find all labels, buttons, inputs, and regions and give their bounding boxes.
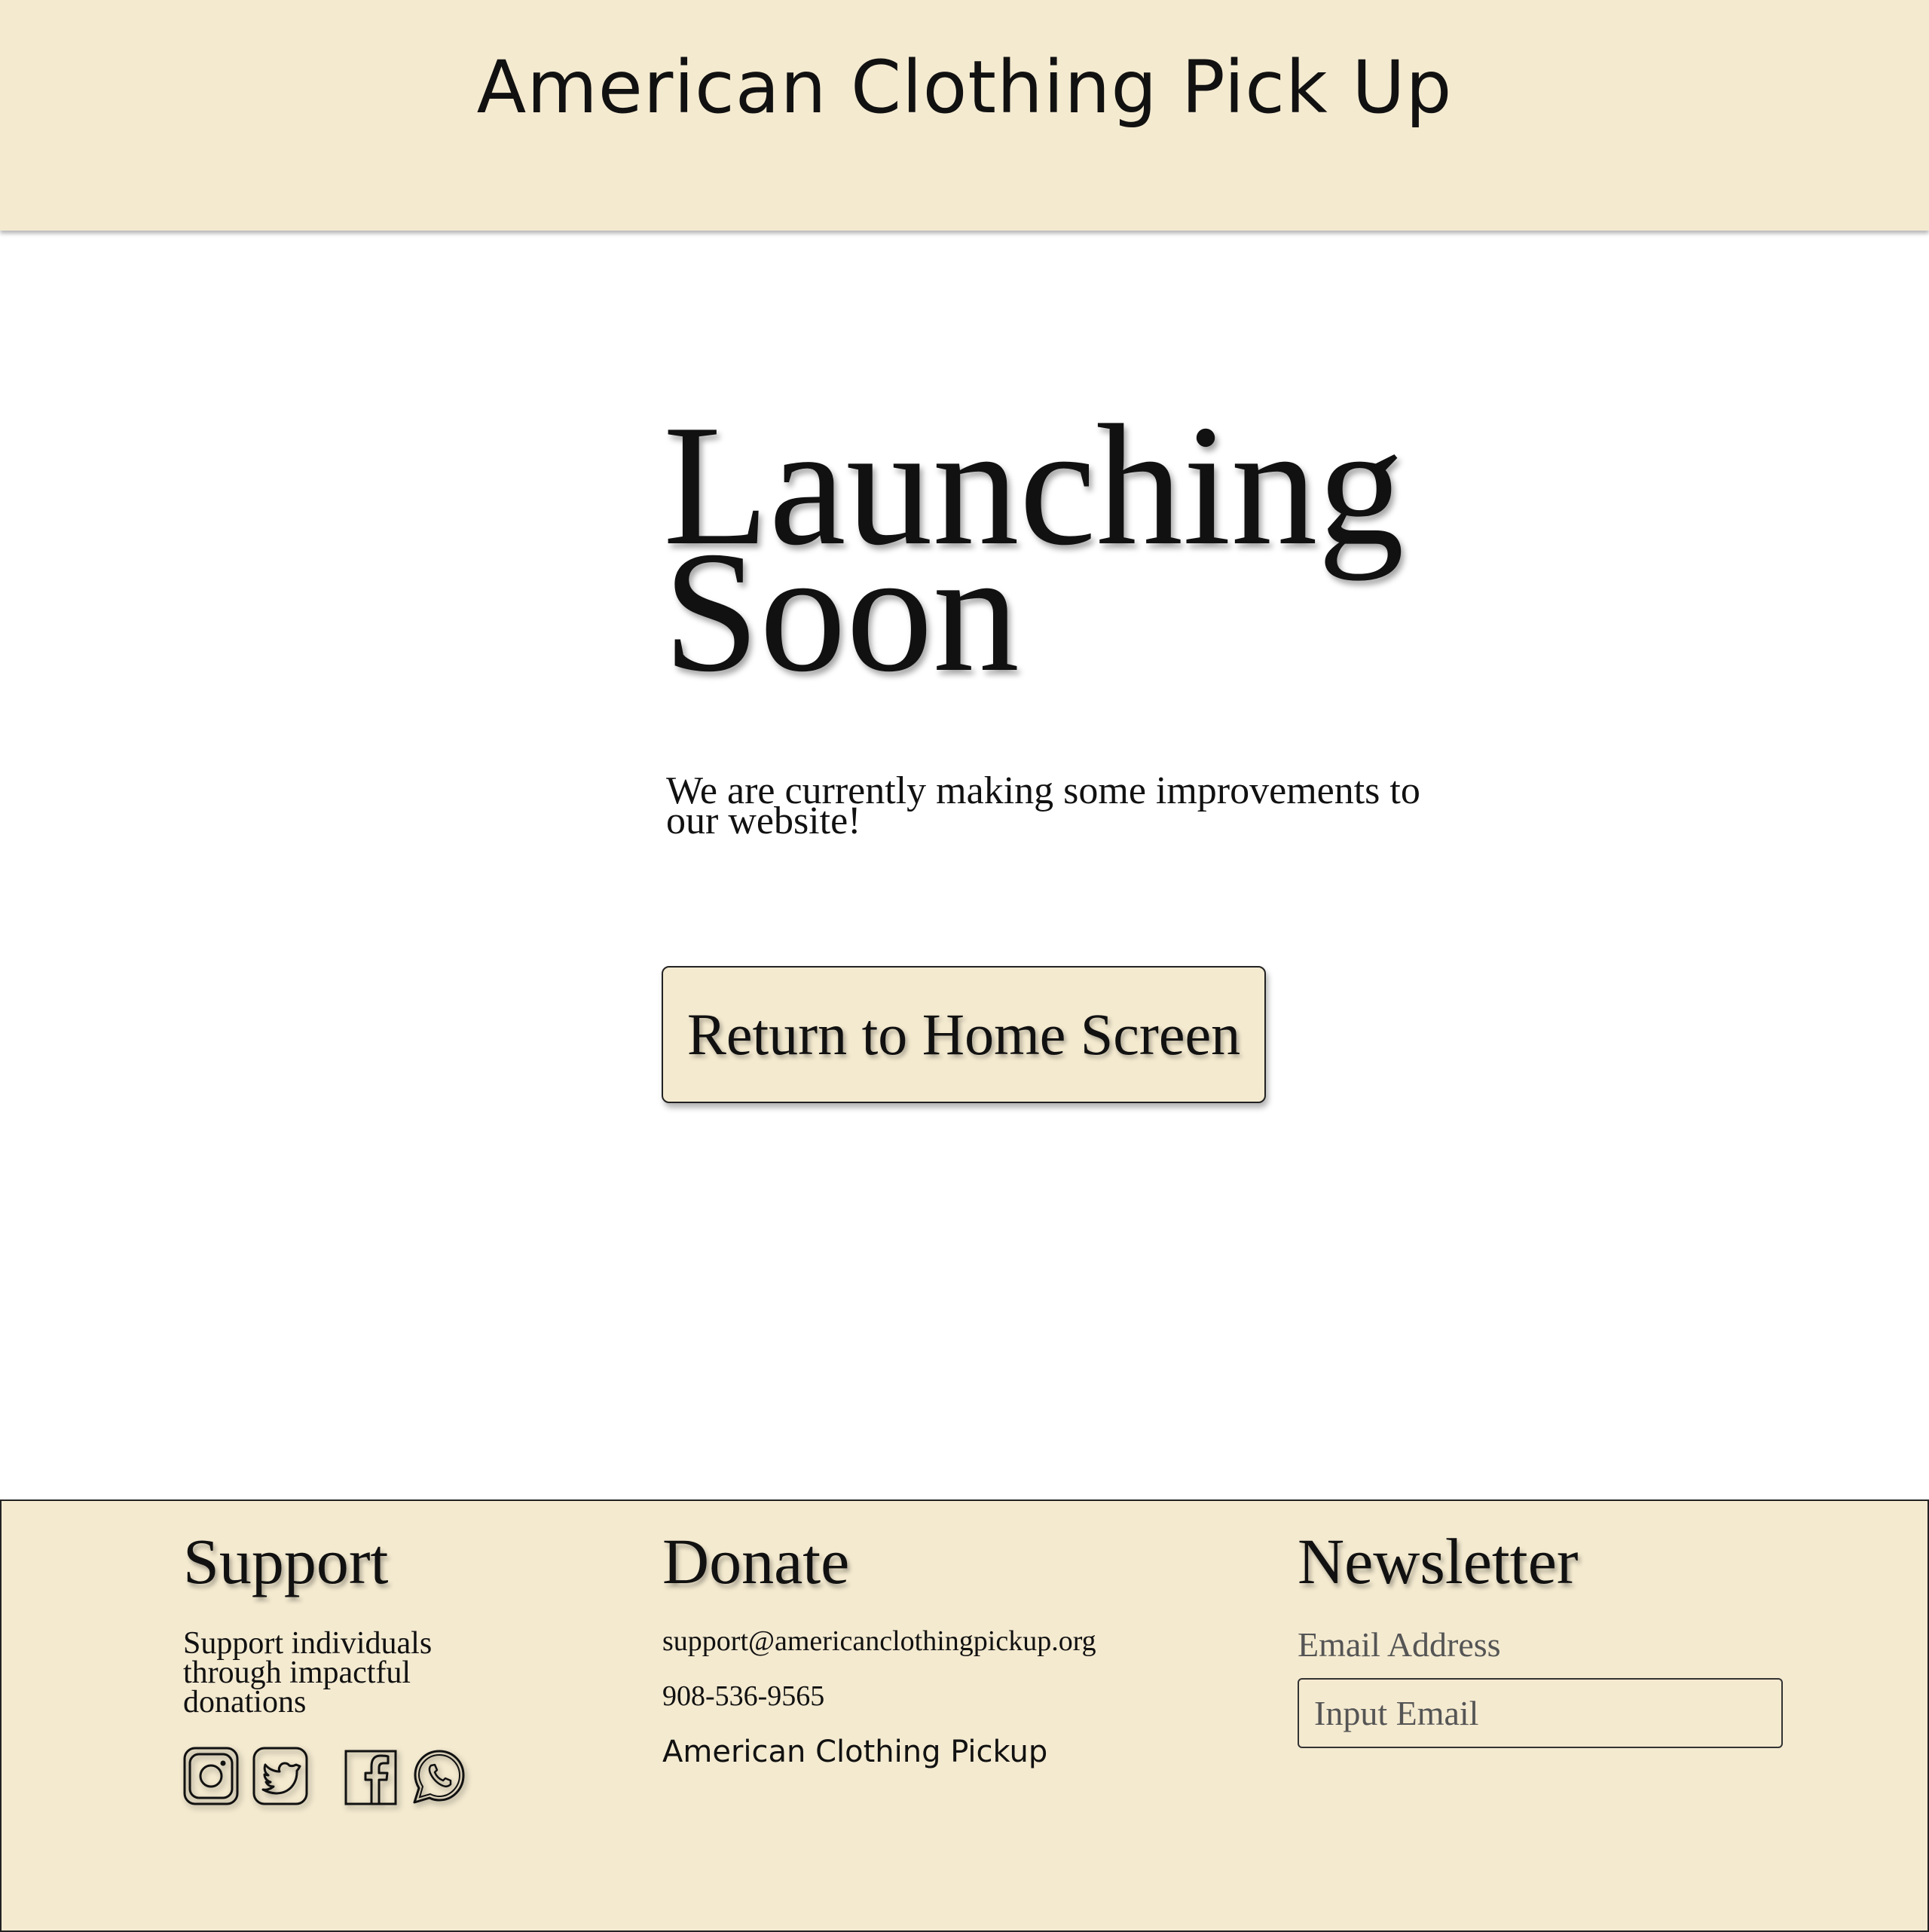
- facebook-icon[interactable]: [343, 1747, 400, 1807]
- hero-title: Launching Soon: [663, 399, 1405, 699]
- newsletter-email-input[interactable]: [1298, 1678, 1783, 1748]
- instagram-icon[interactable]: [183, 1747, 240, 1807]
- support-text: Support individuals through impactful do…: [183, 1626, 433, 1720]
- twitter-icon[interactable]: [252, 1747, 310, 1807]
- whatsapp-icon[interactable]: [411, 1747, 468, 1807]
- email-address-label: Email Address: [1298, 1625, 1501, 1664]
- contact-email[interactable]: support@americanclothingpickup.org: [662, 1625, 1096, 1658]
- hero-subtitle: We are currently making some improvement…: [666, 769, 1420, 842]
- site-title[interactable]: American Clothing Pick Up: [0, 45, 1929, 130]
- donate-heading: Donate: [662, 1525, 850, 1597]
- site-header: American Clothing Pick Up: [0, 0, 1929, 231]
- page: American Clothing Pick Up Launching Soon…: [0, 0, 1929, 1932]
- footer-brand: American Clothing Pickup: [662, 1735, 1048, 1769]
- newsletter-heading: Newsletter: [1298, 1525, 1579, 1597]
- support-heading: Support: [183, 1525, 389, 1597]
- contact-phone[interactable]: 908-536-9565: [662, 1680, 824, 1713]
- return-home-button[interactable]: Return to Home Screen: [662, 966, 1266, 1103]
